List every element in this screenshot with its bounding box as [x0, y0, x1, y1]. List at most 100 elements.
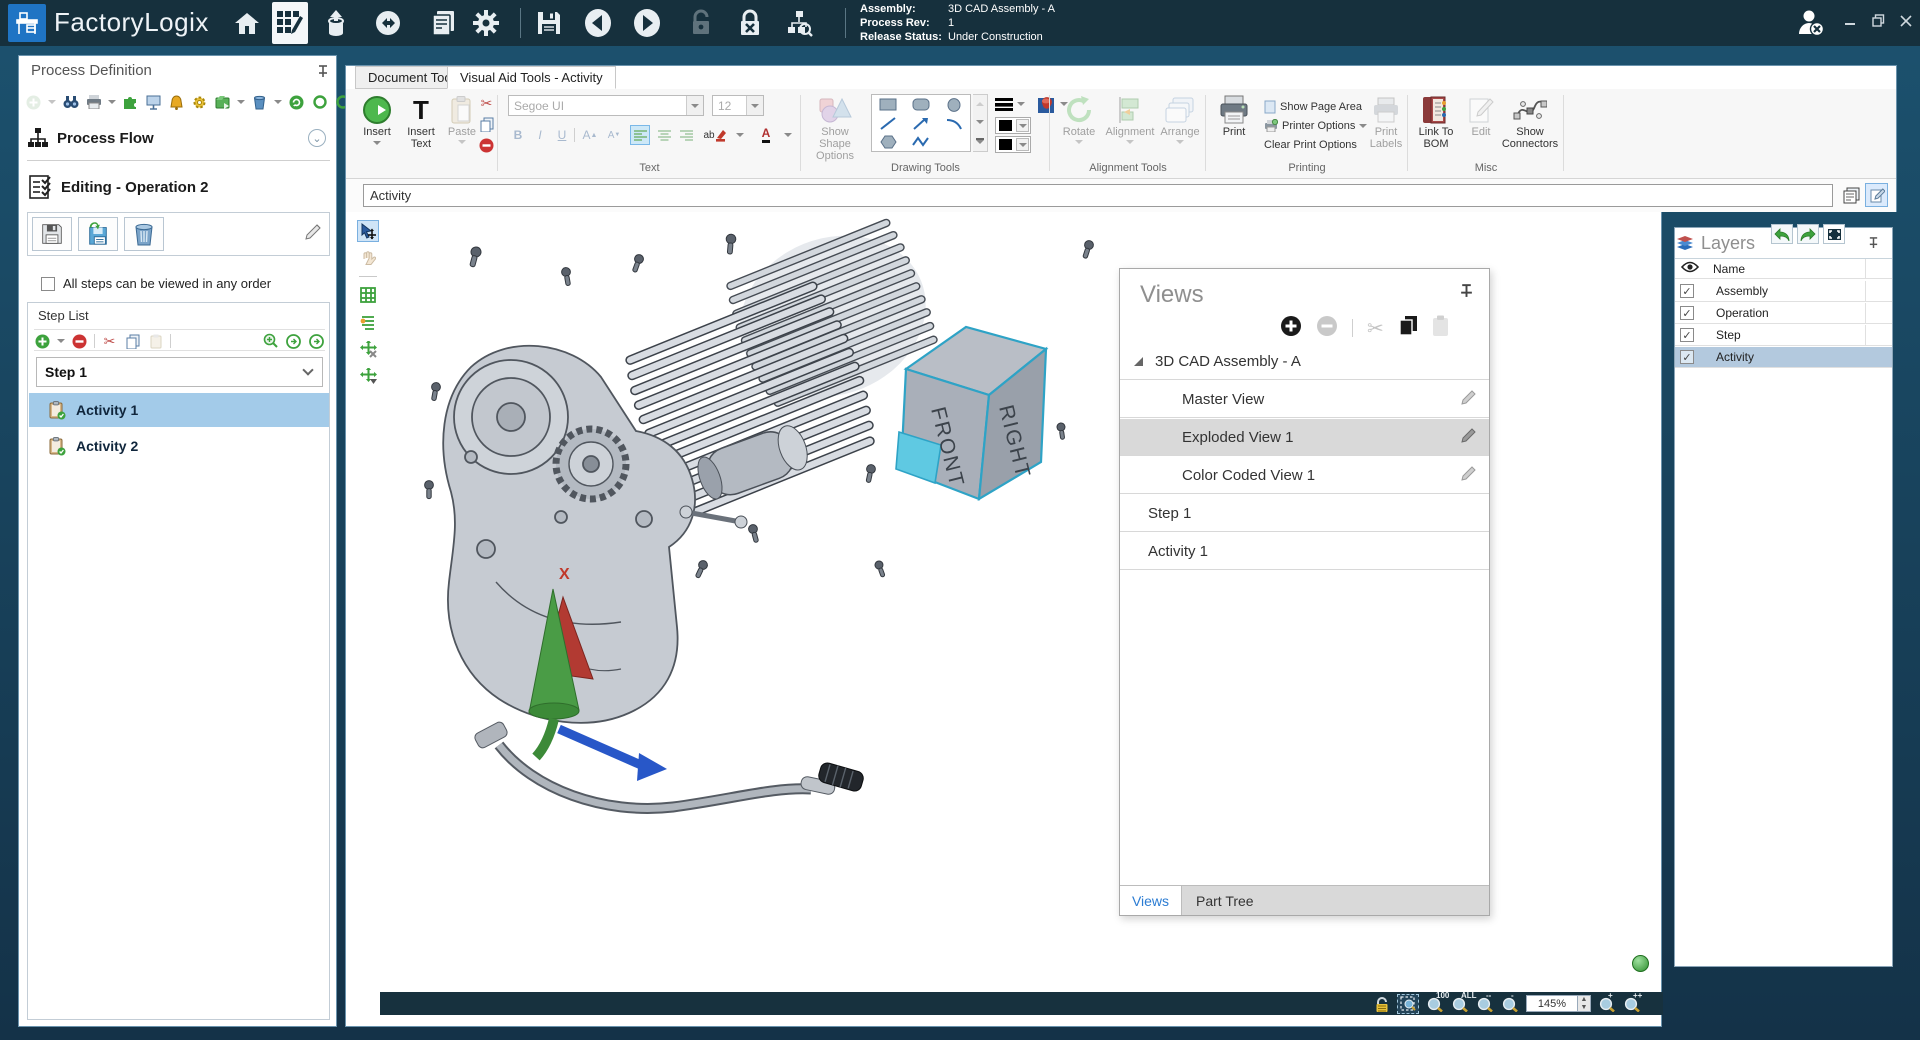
undo-icon[interactable]	[1771, 224, 1793, 244]
show-connectors-button[interactable]: Show Connectors	[1500, 94, 1560, 150]
document-stack-icon[interactable]	[1839, 183, 1862, 207]
pencil-icon[interactable]	[1460, 427, 1477, 448]
bold-button[interactable]: B	[508, 125, 528, 145]
add-step-icon[interactable]	[34, 333, 51, 350]
italic-button[interactable]: I	[530, 125, 550, 145]
tree-search-icon[interactable]	[784, 8, 814, 38]
layer-row[interactable]: ✓ Operation	[1675, 303, 1892, 324]
layer-visibility-checkbox[interactable]: ✓	[1680, 328, 1694, 342]
lock-x-icon[interactable]	[735, 8, 765, 38]
view-item-selected[interactable]: Exploded View 1	[1120, 419, 1489, 456]
chevron-down-icon[interactable]	[237, 100, 245, 104]
views-list-item[interactable]: Step 1	[1120, 495, 1489, 532]
chevron-down-icon[interactable]	[48, 100, 56, 104]
remove-step-icon[interactable]	[71, 333, 88, 350]
expander-icon[interactable]	[1134, 357, 1143, 366]
copy-icon[interactable]	[124, 333, 141, 350]
align-left-button[interactable]	[630, 125, 650, 145]
process-flow-item[interactable]: Process Flow ⌄	[27, 124, 330, 152]
shape-arrow[interactable]	[905, 114, 938, 132]
copy-icon[interactable]	[478, 116, 495, 133]
highlight-dropdown[interactable]	[730, 125, 750, 145]
save-icon[interactable]	[534, 8, 564, 38]
print-icon[interactable]	[85, 94, 102, 111]
unlock-icon[interactable]	[686, 8, 716, 38]
palette-scroll-down[interactable]	[976, 120, 984, 124]
font-family-select[interactable]: Segoe UI	[508, 95, 704, 116]
palette-scroll-up[interactable]	[976, 102, 984, 106]
layer-visibility-checkbox[interactable]: ✓	[1680, 284, 1694, 298]
puzzle-icon[interactable]	[122, 94, 139, 111]
redo-icon[interactable]	[1797, 224, 1819, 244]
add-view-icon[interactable]	[1280, 315, 1302, 342]
transfer-icon[interactable]	[373, 8, 403, 38]
zoom-marquee-icon[interactable]	[1397, 994, 1419, 1014]
materials-icon[interactable]	[321, 8, 351, 38]
tab-views[interactable]: Views	[1120, 886, 1182, 915]
align-center-button[interactable]	[654, 125, 674, 145]
shape-rect[interactable]	[872, 95, 905, 114]
zoom-lock-icon[interactable]	[1374, 996, 1390, 1012]
cad-model-viewport[interactable]: FRONT RIGHT X	[401, 217, 1121, 837]
restore-icon[interactable]	[1872, 14, 1885, 30]
layer-row[interactable]: ✓ Assembly	[1675, 281, 1892, 302]
home-icon[interactable]	[232, 8, 262, 38]
shape-line[interactable]	[872, 114, 905, 132]
user-logout-icon[interactable]	[1796, 8, 1826, 38]
line-weight-button[interactable]	[995, 95, 1033, 113]
zoom-level-input[interactable]	[1526, 995, 1578, 1012]
board-icon[interactable]	[145, 94, 162, 111]
cut-icon[interactable]: ✂	[101, 333, 118, 350]
step-selector[interactable]: Step 1	[36, 357, 323, 387]
line-color-swatch[interactable]	[995, 117, 1031, 134]
pencil-icon[interactable]	[1460, 389, 1477, 410]
quick-action-button[interactable]	[1632, 955, 1649, 972]
back-icon[interactable]	[583, 8, 613, 38]
move-free-icon[interactable]	[357, 338, 379, 360]
save-button[interactable]	[32, 217, 72, 251]
any-order-checkbox[interactable]	[41, 277, 55, 291]
chevron-down-icon[interactable]	[57, 339, 65, 343]
link-to-bom-button[interactable]: Link To BOM	[1412, 94, 1460, 150]
select-tool-icon[interactable]	[357, 220, 379, 242]
pencil-icon[interactable]	[303, 222, 323, 247]
align-right-button[interactable]	[676, 125, 696, 145]
chevron-down-icon[interactable]	[108, 100, 116, 104]
collapse-chevron-icon[interactable]: ⌄	[308, 129, 326, 147]
pan-tool-icon[interactable]	[357, 247, 379, 269]
zoom-out-fast-icon[interactable]: --	[1476, 995, 1494, 1012]
print-labels-button[interactable]: Print Labels	[1366, 94, 1406, 150]
layer-row[interactable]: ✓ Step	[1675, 325, 1892, 346]
export-folder-icon[interactable]	[214, 94, 231, 111]
underline-button[interactable]: U	[552, 125, 572, 145]
zoom-plus-icon[interactable]	[262, 333, 279, 350]
cog-icon[interactable]	[191, 94, 208, 111]
close-icon[interactable]	[1900, 14, 1912, 30]
forward-icon[interactable]	[632, 8, 662, 38]
paste-icon[interactable]	[147, 333, 164, 350]
trash-icon[interactable]	[251, 94, 268, 111]
minimize-icon[interactable]	[1844, 14, 1856, 30]
shape-hexagon[interactable]	[872, 132, 905, 151]
delete-button[interactable]	[124, 217, 164, 251]
remove-view-icon[interactable]	[1316, 315, 1338, 342]
move-snap-icon[interactable]	[357, 365, 379, 387]
fill-color-swatch[interactable]	[995, 136, 1031, 153]
paste-button[interactable]: Paste	[444, 94, 480, 144]
save-import-button[interactable]	[78, 217, 118, 251]
shape-arc[interactable]	[937, 114, 970, 132]
view-item[interactable]: Master View	[1120, 381, 1489, 418]
layer-visibility-checkbox[interactable]: ✓	[1680, 350, 1694, 364]
tab-visual-aid-tools[interactable]: Visual Aid Tools - Activity	[447, 66, 616, 89]
snap-lines-icon[interactable]	[357, 311, 379, 333]
insert-button[interactable]: Insert	[356, 94, 398, 145]
font-color-dropdown[interactable]	[778, 125, 798, 145]
palette-scroll-end[interactable]	[976, 138, 984, 144]
cut-view-icon[interactable]: ✂	[1367, 316, 1384, 341]
highlight-color-button[interactable]: ab	[702, 125, 728, 145]
show-shape-options-button[interactable]: Show Shape Options	[803, 94, 867, 162]
edit-button[interactable]: Edit	[1464, 94, 1498, 138]
layer-row-selected[interactable]: ✓ Activity	[1675, 347, 1892, 368]
alignment-button[interactable]: Alignment	[1104, 94, 1156, 144]
activity-row[interactable]: Activity 2	[29, 429, 329, 463]
